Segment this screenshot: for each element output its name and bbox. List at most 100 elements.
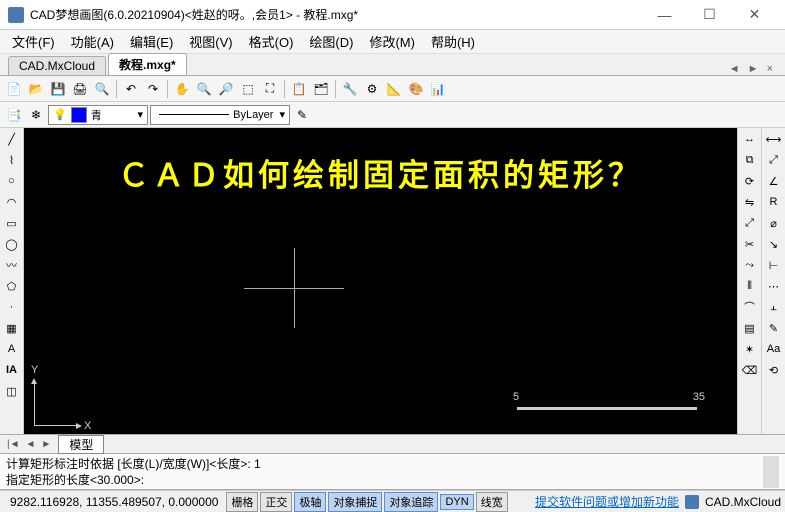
brand-label: CAD.MxCloud — [705, 495, 781, 509]
minimize-button[interactable]: — — [642, 1, 687, 29]
ucs-y-label: Y — [31, 364, 38, 376]
save-icon[interactable]: 💾 — [48, 79, 68, 99]
circle-icon[interactable]: ○ — [3, 172, 21, 190]
tool-a-icon[interactable]: 🔧 — [340, 79, 360, 99]
layer-freeze-icon[interactable]: ❄ — [26, 105, 46, 125]
layer-manager-icon[interactable]: 📑 — [4, 105, 24, 125]
dim-baseline-icon[interactable]: ⫠ — [765, 298, 783, 316]
polygon-icon[interactable]: ⬠ — [3, 277, 21, 295]
drawing-canvas[interactable]: ＣＡＤ如何绘制固定面积的矩形？ Y X 5 35 — [24, 128, 737, 434]
command-scrollbar[interactable] — [763, 456, 779, 488]
point-icon[interactable]: · — [3, 298, 21, 316]
dim-angular-icon[interactable]: ∠ — [765, 172, 783, 190]
maximize-button[interactable]: ☐ — [687, 1, 732, 29]
spline-icon[interactable]: 〰 — [3, 256, 21, 274]
modify-toolbar: ↔ ⧉ ⟳ ⇋ ⤢ ✂ ⤳ ⫴ ⌒ ▤ ✶ ⌫ — [737, 128, 761, 434]
redo-icon[interactable]: ↷ — [143, 79, 163, 99]
scale-icon[interactable]: ⤢ — [741, 214, 759, 232]
dim-continue-icon[interactable]: ⋯ — [765, 277, 783, 295]
status-lineweight-button[interactable]: 线宽 — [476, 492, 508, 512]
pan-icon[interactable]: ✋ — [172, 79, 192, 99]
block-icon[interactable]: ◫ — [3, 382, 21, 400]
ellipse-icon[interactable]: ◯ — [3, 235, 21, 253]
status-otrack-button[interactable]: 对象追踪 — [384, 492, 438, 512]
menu-help[interactable]: 帮助(H) — [423, 30, 483, 53]
tool-c-icon[interactable]: 📐 — [384, 79, 404, 99]
menu-draw[interactable]: 绘图(D) — [301, 30, 361, 53]
draw-toolbar: ╱ ⌇ ○ ◠ ▭ ◯ 〰 ⬠ · ▦ A IA ◫ — [0, 128, 24, 434]
offset-icon[interactable]: ⫴ — [741, 277, 759, 295]
zoom-in-icon[interactable]: 🔍 — [194, 79, 214, 99]
erase-icon[interactable]: ⌫ — [741, 361, 759, 379]
mirror-icon[interactable]: ⇋ — [741, 193, 759, 211]
dim-radius-icon[interactable]: R — [765, 193, 783, 211]
tab-next-icon[interactable]: ► — [744, 63, 763, 75]
linetype-edit-icon[interactable]: ✎ — [292, 105, 312, 125]
arc-icon[interactable]: ◠ — [3, 193, 21, 211]
tool-b-icon[interactable]: ⚙ — [362, 79, 382, 99]
tab-prev-icon[interactable]: ◄ — [725, 63, 744, 75]
zoom-window-icon[interactable]: ⬚ — [238, 79, 258, 99]
dim-edit-icon[interactable]: ✎ — [765, 319, 783, 337]
layers-icon[interactable]: 📋 — [289, 79, 309, 99]
new-icon[interactable]: 📄 — [4, 79, 24, 99]
array-icon[interactable]: ▤ — [741, 319, 759, 337]
layer-dropdown[interactable]: 💡 青 ▾ — [48, 105, 148, 125]
text-icon[interactable]: A — [3, 340, 21, 358]
zoom-extents-icon[interactable]: ⛶ — [260, 79, 280, 99]
line-icon[interactable]: ╱ — [3, 130, 21, 148]
rectangle-icon[interactable]: ▭ — [3, 214, 21, 232]
print-icon[interactable]: 🖨 — [70, 79, 90, 99]
brand-logo-icon — [685, 495, 699, 509]
rotate-icon[interactable]: ⟳ — [741, 172, 759, 190]
file-tab-cloud[interactable]: CAD.MxCloud — [8, 56, 106, 75]
status-ortho-button[interactable]: 正交 — [260, 492, 292, 512]
dim-linear-icon[interactable]: ⟷ — [765, 130, 783, 148]
hatch-icon[interactable]: ▦ — [3, 319, 21, 337]
zoom-out-icon[interactable]: 🔎 — [216, 79, 236, 99]
properties-icon[interactable]: 🗂 — [311, 79, 331, 99]
toolbar-standard: 📄 📂 💾 🖨 🔍 ↶ ↷ ✋ 🔍 🔎 ⬚ ⛶ 📋 🗂 🔧 ⚙ 📐 🎨 📊 — [0, 76, 785, 102]
status-dyn-button[interactable]: DYN — [440, 494, 473, 510]
dim-ordinate-icon[interactable]: ⊢ — [765, 256, 783, 274]
status-grid-button[interactable]: 栅格 — [226, 492, 258, 512]
layout-next-icon[interactable]: ► — [38, 439, 54, 450]
trim-icon[interactable]: ✂ — [741, 235, 759, 253]
layout-prev-icon[interactable]: ◄ — [23, 439, 39, 450]
status-osnap-button[interactable]: 对象捕捉 — [328, 492, 382, 512]
menu-view[interactable]: 视图(V) — [181, 30, 240, 53]
open-icon[interactable]: 📂 — [26, 79, 46, 99]
dim-aligned-icon[interactable]: ⤢ — [765, 151, 783, 169]
mtext-icon[interactable]: IA — [3, 361, 21, 379]
tool-e-icon[interactable]: 📊 — [428, 79, 448, 99]
polyline-icon[interactable]: ⌇ — [3, 151, 21, 169]
status-polar-button[interactable]: 极轴 — [294, 492, 326, 512]
extend-icon[interactable]: ⤳ — [741, 256, 759, 274]
tab-close-icon[interactable]: × — [763, 63, 777, 75]
dim-diameter-icon[interactable]: ⌀ — [765, 214, 783, 232]
file-tab-current[interactable]: 教程.mxg* — [108, 53, 187, 75]
explode-icon[interactable]: ✶ — [741, 340, 759, 358]
copy-icon[interactable]: ⧉ — [741, 151, 759, 169]
feedback-link[interactable]: 提交软件问题或增加新功能 — [531, 493, 683, 510]
layout-first-icon[interactable]: |◄ — [4, 439, 23, 450]
menu-function[interactable]: 功能(A) — [63, 30, 122, 53]
dim-leader-icon[interactable]: ↘ — [765, 235, 783, 253]
tool-d-icon[interactable]: 🎨 — [406, 79, 426, 99]
dim-style-icon[interactable]: Aa — [765, 340, 783, 358]
fillet-icon[interactable]: ⌒ — [741, 298, 759, 316]
preview-icon[interactable]: 🔍 — [92, 79, 112, 99]
layout-tabbar: |◄ ◄ ► 模型 — [0, 434, 785, 454]
menu-format[interactable]: 格式(O) — [241, 30, 302, 53]
dim-update-icon[interactable]: ⟲ — [765, 361, 783, 379]
statusbar: 9282.116928, 11355.489507, 0.000000 栅格 正… — [0, 490, 785, 512]
command-window[interactable]: 计算矩形标注时依据 [长度(L)/宽度(W)]<长度>: 1 指定矩形的长度<3… — [0, 454, 785, 490]
undo-icon[interactable]: ↶ — [121, 79, 141, 99]
linetype-dropdown[interactable]: ByLayer ▾ — [150, 105, 290, 125]
move-icon[interactable]: ↔ — [741, 130, 759, 148]
menu-file[interactable]: 文件(F) — [4, 30, 63, 53]
close-button[interactable]: ✕ — [732, 1, 777, 29]
model-tab[interactable]: 模型 — [58, 435, 104, 454]
menu-modify[interactable]: 修改(M) — [361, 30, 423, 53]
menu-edit[interactable]: 编辑(E) — [122, 30, 181, 53]
